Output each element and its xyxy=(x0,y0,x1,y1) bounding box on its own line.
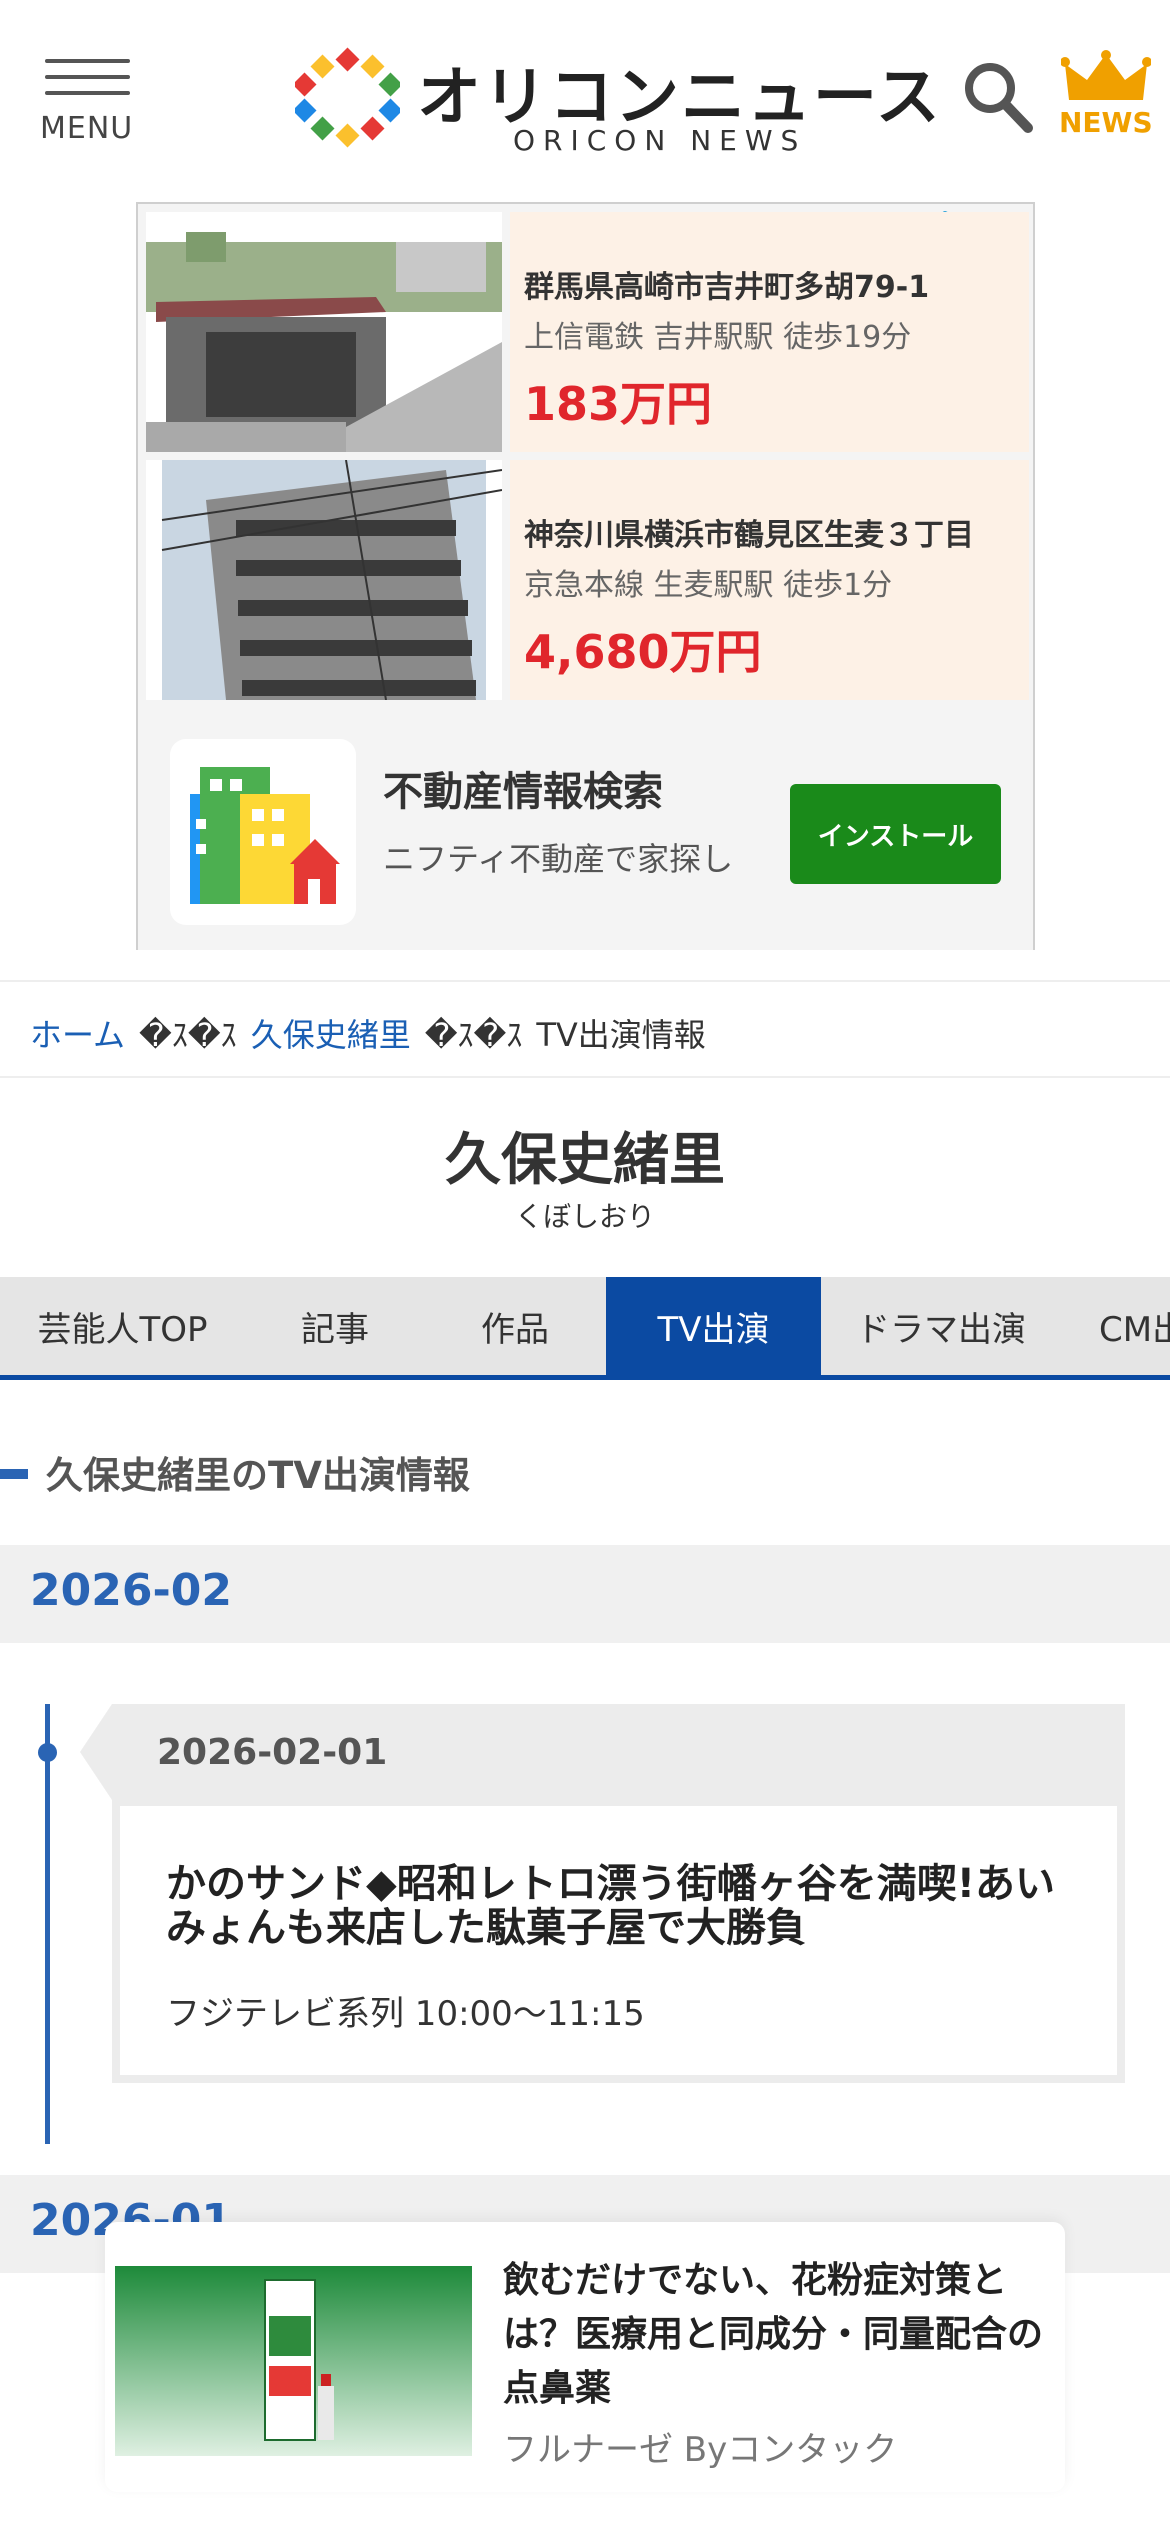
tab-works[interactable]: 作品 xyxy=(425,1277,605,1375)
listing-station: 京急本線 生麦駅駅 徒歩1分 xyxy=(524,568,893,603)
building-app-icon xyxy=(170,739,356,925)
tab-drama[interactable]: ドラマ出演 xyxy=(821,1277,1061,1375)
house-photo xyxy=(146,212,502,452)
date-arrow xyxy=(80,1704,112,1800)
breadcrumb-artist[interactable]: 久保史緒里 xyxy=(251,1016,411,1054)
app-promo[interactable]: 不動産情報検索 ニフティ不動産で家探し インストール xyxy=(138,709,1033,950)
timeline-line xyxy=(45,1704,50,2144)
search-button[interactable] xyxy=(962,60,1034,135)
news-label: NEWS xyxy=(1059,106,1153,139)
breadcrumb-separator: �ｽ�ｽ xyxy=(139,1016,237,1054)
listing-price: 183万円 xyxy=(524,377,713,431)
oricon-news-logo[interactable]: オリコンニュース ORICON NEWS xyxy=(295,40,940,157)
app-subtitle: ニフティ不動産で家探し xyxy=(383,840,734,878)
tv-program-card[interactable]: かのサンド◆昭和レトロ漂う街幡ヶ谷を満喫!あいみょんも来店した駄菓子屋で大勝負 … xyxy=(112,1800,1125,2083)
tab-articles[interactable]: 記事 xyxy=(245,1277,425,1375)
recommended-sponsor: フルナーゼ Byコンタック xyxy=(503,2430,898,2470)
crown-icon xyxy=(1061,50,1151,100)
artist-kana: くぼしおり xyxy=(514,1200,655,1233)
tv-program-body: かのサンド◆昭和レトロ漂う街幡ヶ谷を満喫!あいみょんも来店した駄菓子屋で大勝負 … xyxy=(120,1806,1117,2075)
program-broadcast: フジテレビ系列 10:00〜11:15 xyxy=(166,1994,645,2034)
app-title: 不動産情報検索 xyxy=(383,769,663,815)
timeline-dot xyxy=(38,1743,57,1762)
page-title: 久保史緒里 xyxy=(445,1128,725,1193)
menu-button[interactable]: MENU xyxy=(40,55,140,146)
tab-tv[interactable]: TV出演 xyxy=(606,1277,821,1375)
logo-subtext: ORICON NEWS xyxy=(513,124,807,157)
section-marker xyxy=(0,1469,28,1479)
program-title[interactable]: かのサンド◆昭和レトロ漂う街幡ヶ谷を満喫!あいみょんも来店した駄菓子屋で大勝負 xyxy=(166,1862,1077,1950)
tab-top[interactable]: 芸能人TOP xyxy=(0,1277,245,1375)
hamburger-icon-bar xyxy=(45,75,130,79)
month-header: 2026-02 xyxy=(0,1545,1170,1643)
listing-address: 神奈川県横浜市鶴見区生麦３丁目 xyxy=(524,518,974,553)
site-header: MENU オリコンニュース ORICON NEWS NEWS xyxy=(0,0,1170,200)
tab-cm[interactable]: CM出演 xyxy=(1061,1277,1170,1375)
breadcrumb-current: TV出演情報 xyxy=(536,1016,706,1054)
oricon-logo-icon xyxy=(295,47,400,148)
nasal-spray-image xyxy=(115,2266,472,2456)
breadcrumb-home[interactable]: ホーム xyxy=(30,1016,125,1054)
listing-info: 神奈川県横浜市鶴見区生麦３丁目 京急本線 生麦駅駅 徒歩1分 4,680万円 xyxy=(510,460,1029,700)
listing-price: 4,680万円 xyxy=(524,625,762,679)
profile-tabs: 芸能人TOP 記事 作品 TV出演 ドラマ出演 CM出演 xyxy=(0,1277,1170,1380)
menu-label: MENU xyxy=(40,111,134,146)
listing-address: 群馬県高崎市吉井町多胡79-1 xyxy=(524,270,930,305)
recommended-ad[interactable]: 飲むだけでない、花粉症対策とは？医療用と同成分・同量配合の点鼻薬 フルナーゼ B… xyxy=(105,2222,1065,2492)
recommended-title[interactable]: 飲むだけでない、花粉症対策とは？医療用と同成分・同量配合の点鼻薬 xyxy=(503,2254,1043,2416)
listing-station: 上信電鉄 吉井駅駅 徒歩19分 xyxy=(524,320,912,355)
news-ranking-button[interactable]: NEWS xyxy=(1055,50,1155,145)
listing-info: 群馬県高崎市吉井町多胡79-1 上信電鉄 吉井駅駅 徒歩19分 183万円 xyxy=(510,212,1029,452)
real-estate-ad[interactable]: 群馬県高崎市吉井町多胡79-1 上信電鉄 吉井駅駅 徒歩19分 183万円 神奈… xyxy=(136,202,1035,950)
section-title-text: 久保史緒里のTV出演情報 xyxy=(46,1454,470,1497)
entry-date: 2026-02-01 xyxy=(112,1704,1125,1800)
ad-listing[interactable]: 群馬県高崎市吉井町多胡79-1 上信電鉄 吉井駅駅 徒歩19分 183万円 xyxy=(146,212,1029,452)
hamburger-icon-bar xyxy=(45,91,130,95)
breadcrumb-separator: �ｽ�ｽ xyxy=(424,1016,523,1054)
search-icon xyxy=(965,63,1033,133)
apartment-photo xyxy=(146,460,502,700)
breadcrumb: ホーム �ｽ�ｽ 久保史緒里 �ｽ�ｽ TV出演情報 xyxy=(0,980,1170,1078)
ad-listing[interactable]: 神奈川県横浜市鶴見区生麦３丁目 京急本線 生麦駅駅 徒歩1分 4,680万円 xyxy=(146,460,1029,700)
install-button[interactable]: インストール xyxy=(790,784,1001,884)
section-title: 久保史緒里のTV出演情報 xyxy=(0,1445,470,1505)
hamburger-icon xyxy=(45,59,130,63)
